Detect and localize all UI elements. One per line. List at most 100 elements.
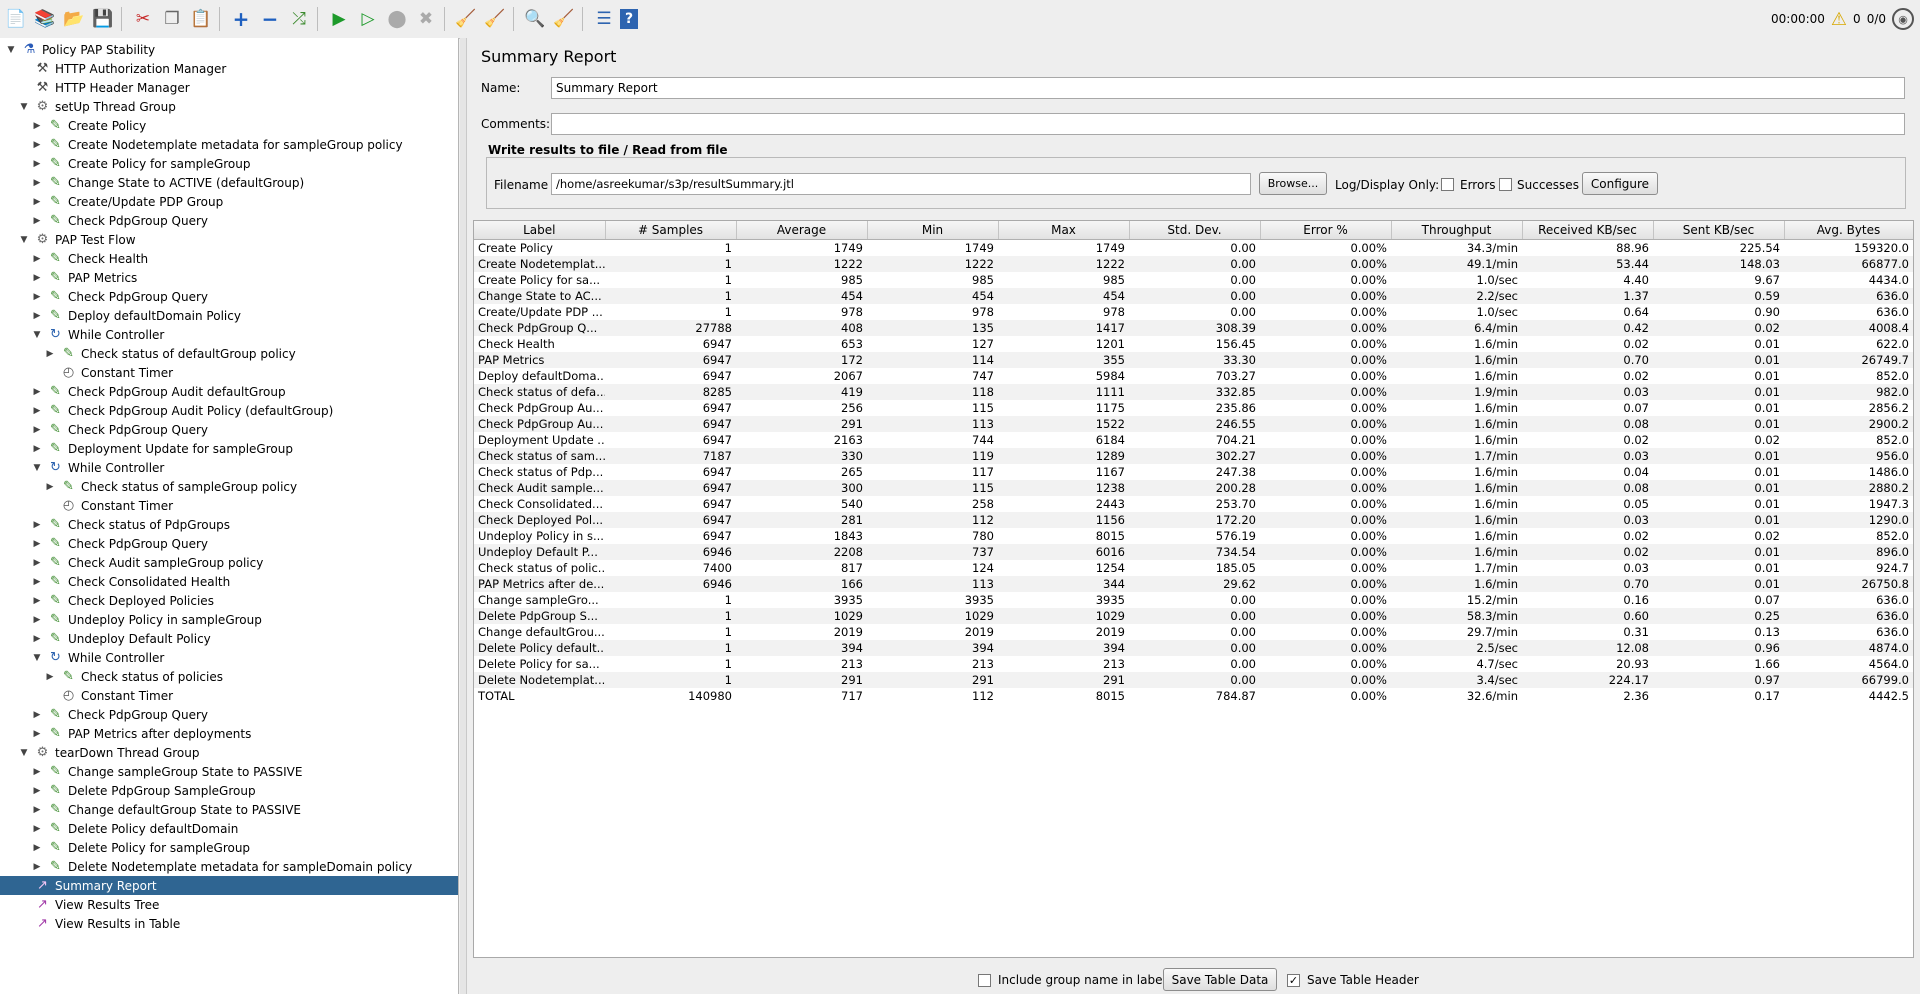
- table-row[interactable]: Check Audit sample... 6947 300 115 1238 200.2…: [474, 480, 1913, 496]
- templates-icon[interactable]: 📚: [32, 6, 58, 32]
- tree-item[interactable]: ▶ ✎ Check Deployed Policies: [0, 591, 458, 610]
- table-row[interactable]: Check Health 6947 653 127 1201 156.45 0.00% 1.6…: [474, 336, 1913, 352]
- expand-toggle-icon[interactable]: ▶: [32, 292, 42, 302]
- table-row[interactable]: Change defaultGrou... 1 2019 2019 2019 0.00 0.…: [474, 624, 1913, 640]
- collapse-toggle-icon[interactable]: ▼: [19, 102, 29, 112]
- table-row[interactable]: Check Deployed Pol... 6947 281 112 1156 172.2…: [474, 512, 1913, 528]
- tree-item[interactable]: ▶ ✎ Check PdpGroup Audit Policy (defaultGr…: [0, 401, 458, 420]
- column-header[interactable]: # Samples: [605, 221, 737, 240]
- help-icon[interactable]: ?: [620, 9, 638, 29]
- expand-toggle-icon[interactable]: ▶: [32, 767, 42, 777]
- table-row[interactable]: Create/Update PDP ... 1 978 978 978 0.00 0.00%…: [474, 304, 1913, 320]
- errors-checkbox[interactable]: [1441, 178, 1454, 191]
- shutdown-icon[interactable]: ✖: [413, 6, 439, 32]
- comments-field[interactable]: [551, 113, 1905, 135]
- copy-icon[interactable]: ❐: [159, 6, 185, 32]
- expand-toggle-icon[interactable]: ▶: [32, 710, 42, 720]
- save-icon[interactable]: 💾: [90, 6, 116, 32]
- column-header[interactable]: Error %: [1260, 221, 1392, 240]
- expand-toggle-icon[interactable]: ▶: [32, 273, 42, 283]
- expand-toggle-icon[interactable]: ▶: [32, 254, 42, 264]
- warning-icon[interactable]: ⚠: [1831, 9, 1847, 30]
- table-row[interactable]: Check PdpGroup Q... 27788 408 135 1417 308.39…: [474, 320, 1913, 336]
- table-row[interactable]: PAP Metrics after de... 6946 166 113 344 29.6…: [474, 576, 1913, 592]
- tree-item[interactable]: ▶ ✎ PAP Metrics after deployments: [0, 724, 458, 743]
- tree-item[interactable]: ▶ ✎ Delete Nodetemplate metadata for sampl…: [0, 857, 458, 876]
- clear-icon[interactable]: 🧹: [453, 6, 479, 32]
- split-pane-divider[interactable]: [460, 38, 467, 994]
- toggle-icon[interactable]: ⤮: [286, 6, 312, 32]
- expand-toggle-icon[interactable]: ▶: [32, 406, 42, 416]
- configure-button[interactable]: Configure: [1582, 172, 1658, 195]
- tree-item[interactable]: ▶ ✎ Delete PdpGroup SampleGroup: [0, 781, 458, 800]
- column-header[interactable]: Average: [736, 221, 868, 240]
- table-row[interactable]: Undeploy Policy in s... 6947 1843 780 8015 57…: [474, 528, 1913, 544]
- expand-toggle-icon[interactable]: ▶: [32, 520, 42, 530]
- tree-item[interactable]: ▶ ✎ Delete Policy defaultDomain: [0, 819, 458, 838]
- start-no-pauses-icon[interactable]: ▷: [355, 6, 381, 32]
- tree-item[interactable]: ▼ ⚙ PAP Test Flow: [0, 230, 458, 249]
- tree-item[interactable]: ▶ ✎ Check PdpGroup Query: [0, 287, 458, 306]
- table-row[interactable]: Create Policy 1 1749 1749 1749 0.00 0.00% 34.3/…: [474, 240, 1913, 257]
- table-row[interactable]: Check status of Pdp... 6947 265 117 1167 247.…: [474, 464, 1913, 480]
- name-field[interactable]: Summary Report: [551, 77, 1905, 99]
- column-header[interactable]: Max: [998, 221, 1130, 240]
- open-icon[interactable]: 📂: [61, 6, 87, 32]
- tree-item[interactable]: ▼ ⚙ tearDown Thread Group: [0, 743, 458, 762]
- function-helper-icon[interactable]: ☰: [591, 6, 617, 32]
- collapse-all-icon[interactable]: −: [257, 6, 283, 32]
- table-row[interactable]: Delete Policy default... 1 394 394 394 0.00 0.…: [474, 640, 1913, 656]
- expand-toggle-icon[interactable]: ▶: [32, 596, 42, 606]
- tree-item[interactable]: ▶ ✎ Check status of policies: [0, 667, 458, 686]
- column-header[interactable]: Avg. Bytes: [1784, 221, 1913, 240]
- column-header[interactable]: Min: [867, 221, 999, 240]
- tree-item[interactable]: ▶ ✎ Check status of defaultGroup policy: [0, 344, 458, 363]
- expand-toggle-icon[interactable]: ▶: [45, 672, 55, 682]
- tree-item[interactable]: ◴ Constant Timer: [0, 496, 458, 515]
- expand-toggle-icon[interactable]: ▶: [32, 444, 42, 454]
- tree-item[interactable]: ▶ ✎ Create Policy: [0, 116, 458, 135]
- expand-toggle-icon[interactable]: ▶: [32, 862, 42, 872]
- tree-item[interactable]: ▶ ✎ Check Health: [0, 249, 458, 268]
- column-header[interactable]: Std. Dev.: [1129, 221, 1261, 240]
- expand-toggle-icon[interactable]: ▶: [32, 121, 42, 131]
- save-table-header-checkbox[interactable]: ✓: [1287, 974, 1300, 987]
- tree-item[interactable]: ↗ View Results Tree: [0, 895, 458, 914]
- save-table-data-button[interactable]: Save Table Data: [1163, 968, 1277, 991]
- collapse-toggle-icon[interactable]: ▼: [19, 748, 29, 758]
- tree-item[interactable]: ▶ ✎ Check status of sampleGroup policy: [0, 477, 458, 496]
- expand-toggle-icon[interactable]: ▶: [32, 786, 42, 796]
- collapse-toggle-icon[interactable]: ▼: [32, 330, 42, 340]
- table-row[interactable]: Change State to AC... 1 454 454 454 0.00 0.00%…: [474, 288, 1913, 304]
- table-row[interactable]: Delete Policy for sa... 1 213 213 213 0.00 0.0…: [474, 656, 1913, 672]
- tree-item[interactable]: ▼ ↻ While Controller: [0, 458, 458, 477]
- expand-toggle-icon[interactable]: ▶: [32, 805, 42, 815]
- search-icon[interactable]: 🔍: [522, 6, 548, 32]
- expand-toggle-icon[interactable]: ▶: [32, 615, 42, 625]
- tree-item[interactable]: ▶ ✎ PAP Metrics: [0, 268, 458, 287]
- table-row[interactable]: Check status of sam... 7187 330 119 1289 302.…: [474, 448, 1913, 464]
- tree-item[interactable]: ▶ ✎ Create Nodetemplate metadata for sampl…: [0, 135, 458, 154]
- table-row[interactable]: Delete PdpGroup S... 1 1029 1029 1029 0.00 0.0…: [474, 608, 1913, 624]
- tree-item[interactable]: ↗ Summary Report: [0, 876, 458, 895]
- tree-item[interactable]: ▼ ↻ While Controller: [0, 325, 458, 344]
- clear-all-icon[interactable]: 🧹: [482, 6, 508, 32]
- expand-toggle-icon[interactable]: ▶: [32, 159, 42, 169]
- expand-toggle-icon[interactable]: ▶: [32, 729, 42, 739]
- expand-toggle-icon[interactable]: ▶: [32, 634, 42, 644]
- table-row[interactable]: Check Consolidated... 6947 540 258 2443 253.7…: [474, 496, 1913, 512]
- table-row[interactable]: Check status of polic... 7400 817 124 1254 18…: [474, 560, 1913, 576]
- expand-toggle-icon[interactable]: ▶: [32, 558, 42, 568]
- tree-item[interactable]: ▶ ✎ Check Consolidated Health: [0, 572, 458, 591]
- paste-icon[interactable]: 📋: [188, 6, 214, 32]
- tree-item[interactable]: ▶ ✎ Check Audit sampleGroup policy: [0, 553, 458, 572]
- tree-item[interactable]: ⚒ HTTP Authorization Manager: [0, 59, 458, 78]
- tree-item[interactable]: ▶ ✎ Change State to ACTIVE (defaultGroup): [0, 173, 458, 192]
- expand-toggle-icon[interactable]: ▶: [32, 824, 42, 834]
- tree-item[interactable]: ◴ Constant Timer: [0, 363, 458, 382]
- tree-item[interactable]: ▶ ✎ Deployment Update for sampleGroup: [0, 439, 458, 458]
- table-row[interactable]: Check PdpGroup Au... 6947 291 113 1522 246.55…: [474, 416, 1913, 432]
- tree-item[interactable]: ▶ ✎ Change sampleGroup State to PASSIVE: [0, 762, 458, 781]
- table-row[interactable]: TOTAL 140980 717 112 8015 784.87 0.00% 32.6/min…: [474, 688, 1913, 704]
- tree-item[interactable]: ⚒ HTTP Header Manager: [0, 78, 458, 97]
